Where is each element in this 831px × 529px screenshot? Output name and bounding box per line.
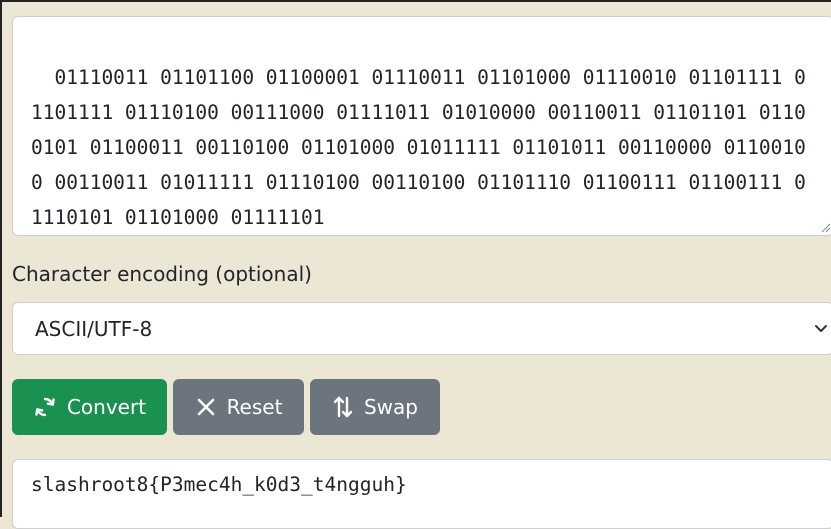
encoding-select[interactable]: ASCII/UTF-8	[12, 302, 831, 355]
binary-input-text: 01110011 01101100 01100001 01110011 0110…	[31, 66, 806, 229]
reset-button-label: Reset	[226, 395, 283, 419]
output-text: slashroot8{P3mec4h_k0d3_t4ngguh}	[31, 473, 407, 496]
refresh-icon	[35, 397, 55, 417]
resize-handle-icon[interactable]	[821, 223, 831, 233]
convert-button-label: Convert	[66, 395, 147, 419]
encoding-label: Character encoding (optional)	[12, 262, 312, 286]
reset-button[interactable]: Reset	[173, 379, 304, 435]
encoding-selected-value: ASCII/UTF-8	[35, 316, 153, 341]
chevron-down-icon	[815, 325, 827, 332]
swap-vertical-icon	[333, 396, 353, 418]
swap-button[interactable]: Swap	[310, 379, 440, 435]
binary-input-textarea[interactable]: 01110011 01101100 01100001 01110011 0110…	[12, 16, 831, 236]
close-icon	[197, 398, 214, 416]
swap-button-label: Swap	[363, 395, 418, 419]
output-textarea[interactable]: slashroot8{P3mec4h_k0d3_t4ngguh}	[12, 459, 831, 529]
convert-button[interactable]: Convert	[12, 379, 167, 435]
